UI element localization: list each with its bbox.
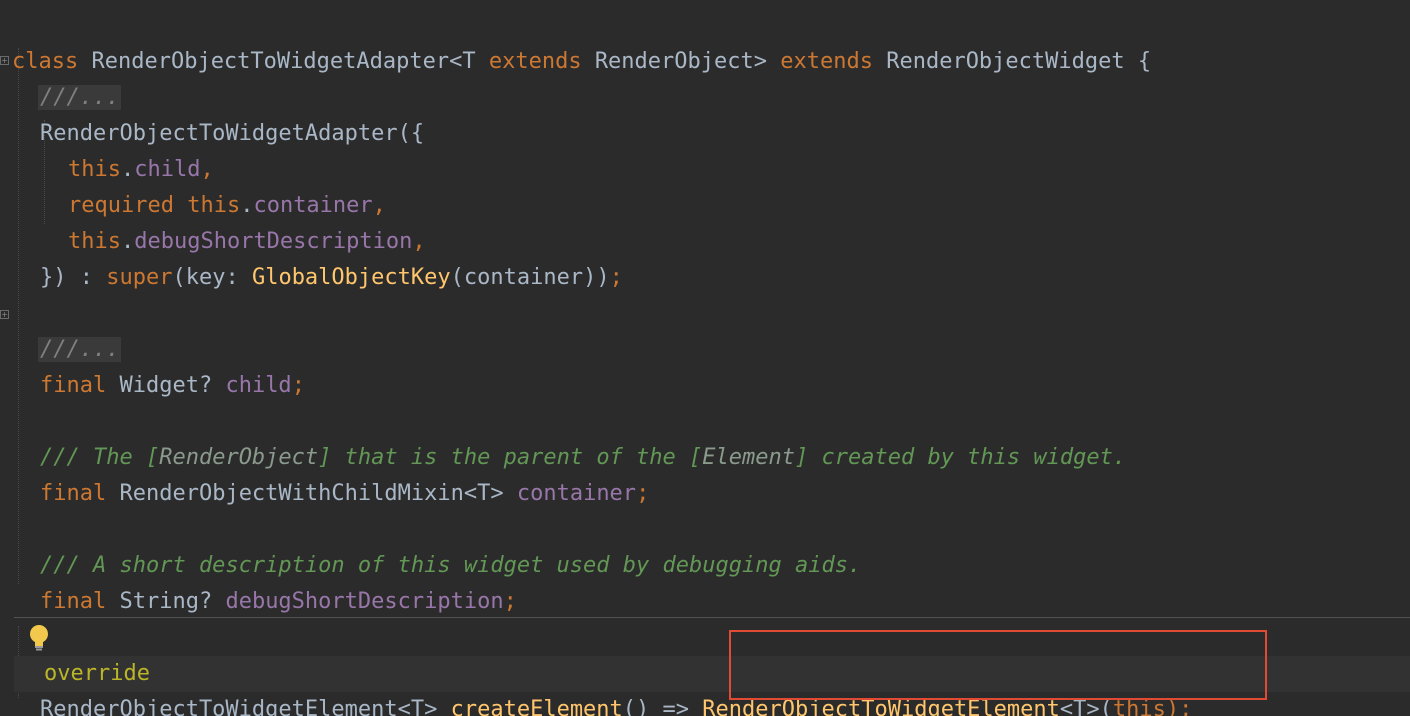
- arrow: () =>: [622, 697, 690, 716]
- field-debug-short-description: debugShortDescription: [225, 589, 504, 614]
- code-line-2[interactable]: ///...: [0, 44, 122, 110]
- doc-comment: ] that is the parent of the [: [318, 445, 703, 470]
- semicolon: ;: [636, 481, 650, 506]
- doc-comment: /// A short description of this widget u…: [40, 553, 862, 578]
- field-child: child: [225, 373, 292, 398]
- comma: ,: [200, 157, 214, 182]
- field-child: child: [134, 157, 201, 182]
- return-type: RenderObjectToWidgetElement<T>: [40, 697, 438, 716]
- comma: ,: [412, 229, 426, 254]
- keyword-final: final: [40, 481, 107, 506]
- code-line-1[interactable]: class RenderObjectToWidgetAdapter<T exte…: [0, 8, 1151, 74]
- dot: .: [120, 229, 135, 254]
- annotation-override: override: [44, 661, 150, 686]
- function-global-object-key: GlobalObjectKey: [251, 265, 451, 290]
- code-line-11[interactable]: final RenderObjectWithChildMixin<T> cont…: [0, 440, 649, 506]
- code-line-12[interactable]: /// A short description of this widget u…: [0, 512, 861, 578]
- highlight-annotation-box: [729, 630, 1267, 700]
- type-widget: Widget?: [119, 373, 213, 398]
- keyword-this: this: [187, 193, 241, 218]
- comma: ,: [372, 193, 386, 218]
- doc-comment: ] created by this widget.: [795, 445, 1127, 470]
- ctor-close: }) :: [40, 265, 107, 290]
- keyword-this: this: [68, 157, 121, 182]
- constructor-name: RenderObjectToWidgetAdapter({: [40, 121, 425, 146]
- base-class: RenderObjectWidget {: [886, 49, 1152, 74]
- code-line-9[interactable]: final Widget? child;: [0, 332, 305, 398]
- class-name: RenderObjectToWidgetAdapter<T: [91, 49, 476, 74]
- doc-ref-element: Element: [702, 445, 795, 470]
- field-container: container: [253, 193, 373, 218]
- keyword-final: final: [40, 589, 107, 614]
- doc-ref-render-object: RenderObject: [159, 445, 319, 470]
- keyword-required: required: [68, 193, 174, 218]
- type-string: String?: [119, 589, 213, 614]
- code-line-13[interactable]: final String? debugShortDescription;: [0, 548, 517, 614]
- code-line-5[interactable]: required this.container,: [0, 152, 386, 218]
- code-line-8[interactable]: ///...: [0, 296, 122, 362]
- code-editor[interactable]: + + class RenderObjectToWidgetAdapter<T …: [0, 0, 1410, 716]
- semicolon: ;: [291, 373, 305, 398]
- semicolon: ;: [609, 265, 623, 290]
- type-render-object-with-child-mixin: RenderObjectWithChildMixin<T>: [119, 481, 504, 506]
- type-render-object: RenderObject>: [594, 49, 767, 74]
- code-line-15[interactable]: RenderObjectToWidgetElement<T> createEle…: [0, 656, 1192, 716]
- super-args-tail: (container)): [450, 265, 610, 290]
- dot: .: [120, 157, 135, 182]
- keyword-super: super: [106, 265, 173, 290]
- lightbulb-icon[interactable]: [28, 624, 50, 652]
- keyword-extends: extends: [780, 49, 873, 74]
- code-line-7[interactable]: }) : super(key: GlobalObjectKey(containe…: [0, 224, 623, 290]
- doc-comment: /// The [: [40, 445, 160, 470]
- keyword-this: this: [68, 229, 121, 254]
- code-line-6[interactable]: this.debugShortDescription,: [0, 188, 426, 254]
- field-debug-short-description: debugShortDescription: [134, 229, 413, 254]
- code-line-4[interactable]: this.child,: [0, 116, 214, 182]
- super-args: (key:: [172, 265, 252, 290]
- method-create-element: createElement: [450, 697, 623, 716]
- code-line-10[interactable]: /// The [RenderObject] that is the paren…: [0, 404, 1126, 470]
- keyword-final: final: [40, 373, 107, 398]
- field-container: container: [516, 481, 637, 506]
- semicolon: ;: [503, 589, 517, 614]
- code-line-3[interactable]: RenderObjectToWidgetAdapter({: [0, 80, 424, 146]
- keyword-extends: extends: [488, 49, 582, 74]
- dot: .: [240, 193, 254, 218]
